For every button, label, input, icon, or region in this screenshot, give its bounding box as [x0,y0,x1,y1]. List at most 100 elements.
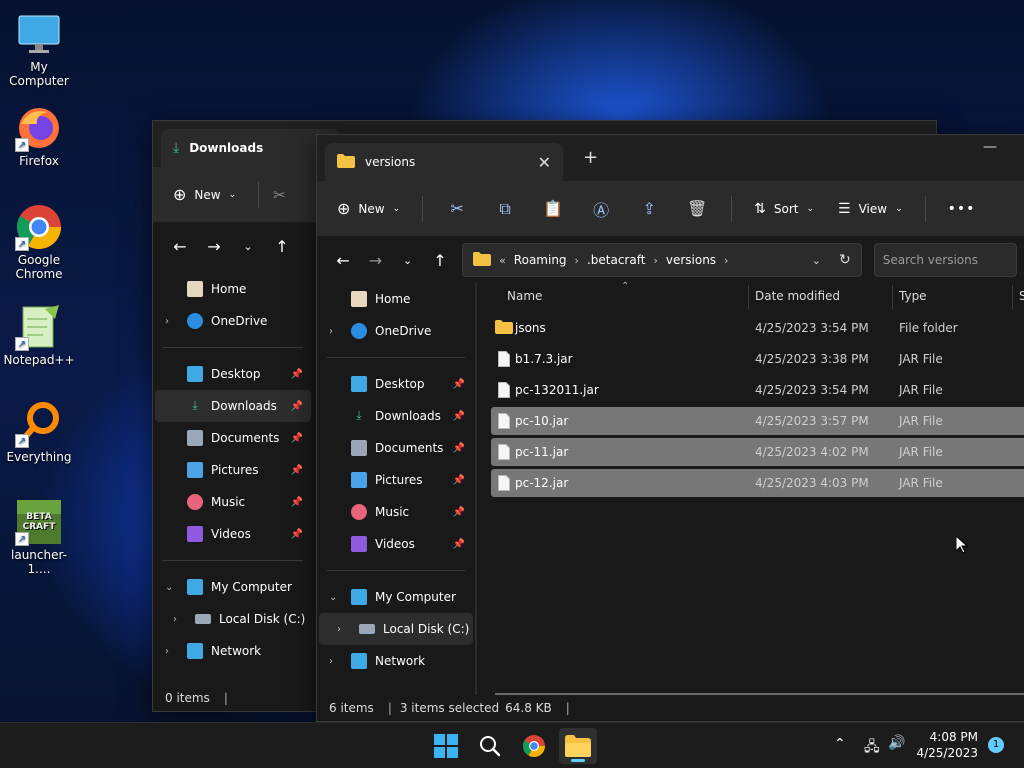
close-tab-icon[interactable]: ✕ [538,153,551,172]
nav-videos[interactable]: Videos 📌 [319,528,473,560]
nav-network[interactable]: › Network [319,645,473,677]
nav-music[interactable]: Music 📌 [155,486,311,518]
tab-versions[interactable]: versions ✕ [325,143,563,181]
column-header-size[interactable]: S [1019,281,1024,311]
nav-desktop[interactable]: Desktop 📌 [319,368,473,400]
tab-downloads[interactable]: ⤓ Downloads [161,129,341,167]
desktop-icon-my-computer[interactable]: My Computer [0,10,78,88]
nav-documents[interactable]: Documents 📌 [319,432,473,464]
minimize-button[interactable]: — [983,139,997,155]
view-button[interactable]: ☰ View ⌄ [830,195,911,223]
chevron-up-icon[interactable]: ⌃ [834,736,846,752]
nav-onedrive[interactable]: › OneDrive [319,315,473,347]
column-header-name[interactable]: Name [507,281,542,311]
nav-my-computer[interactable]: ⌄ My Computer [319,581,473,613]
nav-documents[interactable]: Documents 📌 [155,422,311,454]
breadcrumb-betacraft[interactable]: .betacraft [587,253,645,267]
nav-my-computer[interactable]: ⌄ My Computer [155,571,311,603]
status-divider: | [565,701,570,715]
cut-icon[interactable]: ✂ [437,199,477,218]
nav-music[interactable]: Music 📌 [319,496,473,528]
share-icon[interactable]: ⇪ [629,199,669,218]
table-row[interactable]: pc-11.jar 4/25/2023 4:02 PM JAR File [491,438,1024,466]
column-header-date[interactable]: Date modified [755,281,840,311]
file-date-modified: 4/25/2023 3:54 PM [755,383,869,397]
desktop-icon-firefox[interactable]: ↗ Firefox [0,104,78,168]
taskbar-chrome[interactable] [515,728,553,764]
nav-network[interactable]: › Network [155,635,311,667]
nav-pictures[interactable]: Pictures 📌 [155,454,311,486]
table-row[interactable]: pc-12.jar 4/25/2023 4:03 PM JAR File [491,469,1024,497]
table-row[interactable]: b1.7.3.jar 4/25/2023 3:38 PM JAR File [491,345,1024,373]
back-button[interactable]: ← [327,251,359,270]
new-tab-button[interactable]: + [583,147,598,168]
nav-desktop[interactable]: Desktop 📌 [155,358,311,390]
copy-icon[interactable]: ⧉ [485,199,525,219]
file-type: JAR File [899,445,943,459]
desktop-icon-launcher[interactable]: BETA CRAFT ↗ launcher-1.... [0,498,78,576]
monitor-icon [15,10,63,58]
search-input[interactable]: Search versions [873,243,1018,277]
breadcrumb-overflow[interactable]: « [499,254,506,267]
recent-locations-button[interactable]: ⌄ [231,240,265,253]
delete-icon[interactable]: 🗑 [677,199,717,218]
address-dropdown-icon[interactable]: ⌄ [812,254,821,267]
nav-home[interactable]: Home [155,273,311,305]
firefox-icon: ↗ [15,104,63,152]
breadcrumb-roaming[interactable]: Roaming [514,253,567,267]
address-breadcrumb[interactable]: « Roaming › .betacraft › versions › ⌄ ↻ [462,243,862,277]
table-row[interactable]: jsons 4/25/2023 3:54 PM File folder [491,314,1024,342]
column-header-type[interactable]: Type [899,281,927,311]
versions-toolbar: ⊕ New ⌄ ✂ ⧉ 📋 Ⓐ ⇪ 🗑 ⇅ Sort ⌄ ☰ View ⌄ ••… [317,181,1024,237]
new-button[interactable]: ⊕ New ⌄ [329,193,408,224]
desktop-icon-notepad-plus-plus[interactable]: ↗ Notepad++ [0,303,78,367]
search-button[interactable] [471,728,509,764]
downloads-address-bar: ← → ⌄ ↑ [153,223,317,269]
new-button[interactable]: ⊕ New ⌄ [165,179,244,210]
forward-button[interactable]: → [197,237,231,256]
pin-icon: 📌 [452,378,465,390]
column-divider[interactable] [1012,285,1013,309]
back-button[interactable]: ← [163,237,197,256]
versions-window[interactable]: versions ✕ + — ⊕ New ⌄ ✂ ⧉ 📋 Ⓐ ⇪ 🗑 ⇅ Sor… [316,134,1024,722]
refresh-icon[interactable]: ↻ [839,252,851,268]
clock[interactable]: 4:08 PM 4/25/2023 [916,729,978,761]
nav-pane-scrollbar[interactable] [475,283,477,695]
breadcrumb-versions[interactable]: versions [666,253,716,267]
paste-icon[interactable]: 📋 [533,199,573,218]
desktop-icon-everything[interactable]: ↗ Everything [0,400,78,464]
recent-locations-button[interactable]: ⌄ [392,254,424,267]
desktop-icon-label: Everything [6,450,72,464]
nav-downloads[interactable]: ⤓ Downloads 📌 [319,400,473,432]
table-row[interactable]: pc-10.jar 4/25/2023 3:57 PM JAR File [491,407,1024,435]
notification-badge[interactable]: 1 [988,737,1004,753]
taskbar-file-explorer[interactable] [559,728,597,764]
nav-local-disk[interactable]: › Local Disk (C:) [319,613,473,645]
more-options-button[interactable]: ••• [940,195,984,223]
sort-button[interactable]: ⇅ Sort ⌄ [746,195,822,223]
column-divider[interactable] [748,285,749,309]
column-divider[interactable] [892,285,893,309]
up-button[interactable]: ↑ [424,251,456,270]
up-button[interactable]: ↑ [265,237,299,256]
nav-local-disk[interactable]: › Local Disk (C:) [155,603,311,635]
nav-downloads[interactable]: ⤓ Downloads 📌 [155,390,311,422]
selection-count: 3 items selected [399,701,500,715]
desktop-icon-chrome[interactable]: ↗ Google Chrome [0,203,78,281]
document-icon [187,430,203,446]
chrome-icon: ↗ [15,203,63,251]
volume-icon[interactable]: 🔊 [888,735,905,751]
forward-button[interactable]: → [359,251,391,270]
file-name: b1.7.3.jar [515,352,573,366]
clock-time: 4:08 PM [929,730,978,744]
start-button[interactable] [427,728,465,764]
table-row[interactable]: pc-132011.jar 4/25/2023 3:54 PM JAR File [491,376,1024,404]
nav-home[interactable]: Home [319,283,473,315]
cut-icon[interactable]: ✂ [273,186,286,204]
nav-pictures[interactable]: Pictures 📌 [319,464,473,496]
nav-videos[interactable]: Videos 📌 [155,518,311,550]
nav-onedrive[interactable]: › OneDrive [155,305,311,337]
rename-icon[interactable]: Ⓐ [581,197,621,221]
download-icon: ⤓ [192,398,198,412]
network-status-icon[interactable]: 🖧 [864,736,880,760]
